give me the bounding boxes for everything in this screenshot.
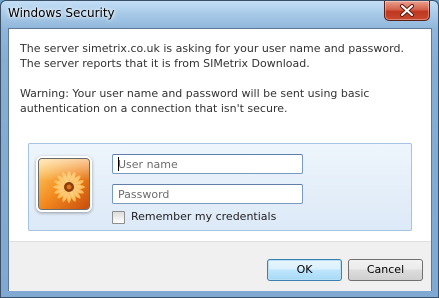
close-button[interactable] xyxy=(384,1,430,21)
ok-button[interactable]: OK xyxy=(267,259,342,281)
remember-checkbox[interactable] xyxy=(112,211,125,224)
credential-panel: Remember my credentials xyxy=(28,143,412,231)
text-caret xyxy=(118,157,119,171)
cancel-button[interactable]: Cancel xyxy=(348,259,423,281)
remember-label: Remember my credentials xyxy=(131,210,277,223)
flower-user-tile-icon xyxy=(38,158,90,210)
windows-security-dialog: Windows Security The server simetrix.co.… xyxy=(0,0,439,298)
username-input[interactable] xyxy=(112,154,303,174)
close-icon xyxy=(400,4,414,17)
title-bar[interactable]: Windows Security xyxy=(1,1,438,28)
message-area: The server simetrix.co.uk is asking for … xyxy=(20,41,422,116)
password-input[interactable] xyxy=(112,184,303,204)
warning-message: Warning: Your user name and password wil… xyxy=(20,87,370,115)
server-message: The server simetrix.co.uk is asking for … xyxy=(20,42,404,70)
dialog-content: The server simetrix.co.uk is asking for … xyxy=(8,28,432,291)
button-bar: OK Cancel xyxy=(9,241,431,291)
window-title: Windows Security xyxy=(8,6,115,20)
